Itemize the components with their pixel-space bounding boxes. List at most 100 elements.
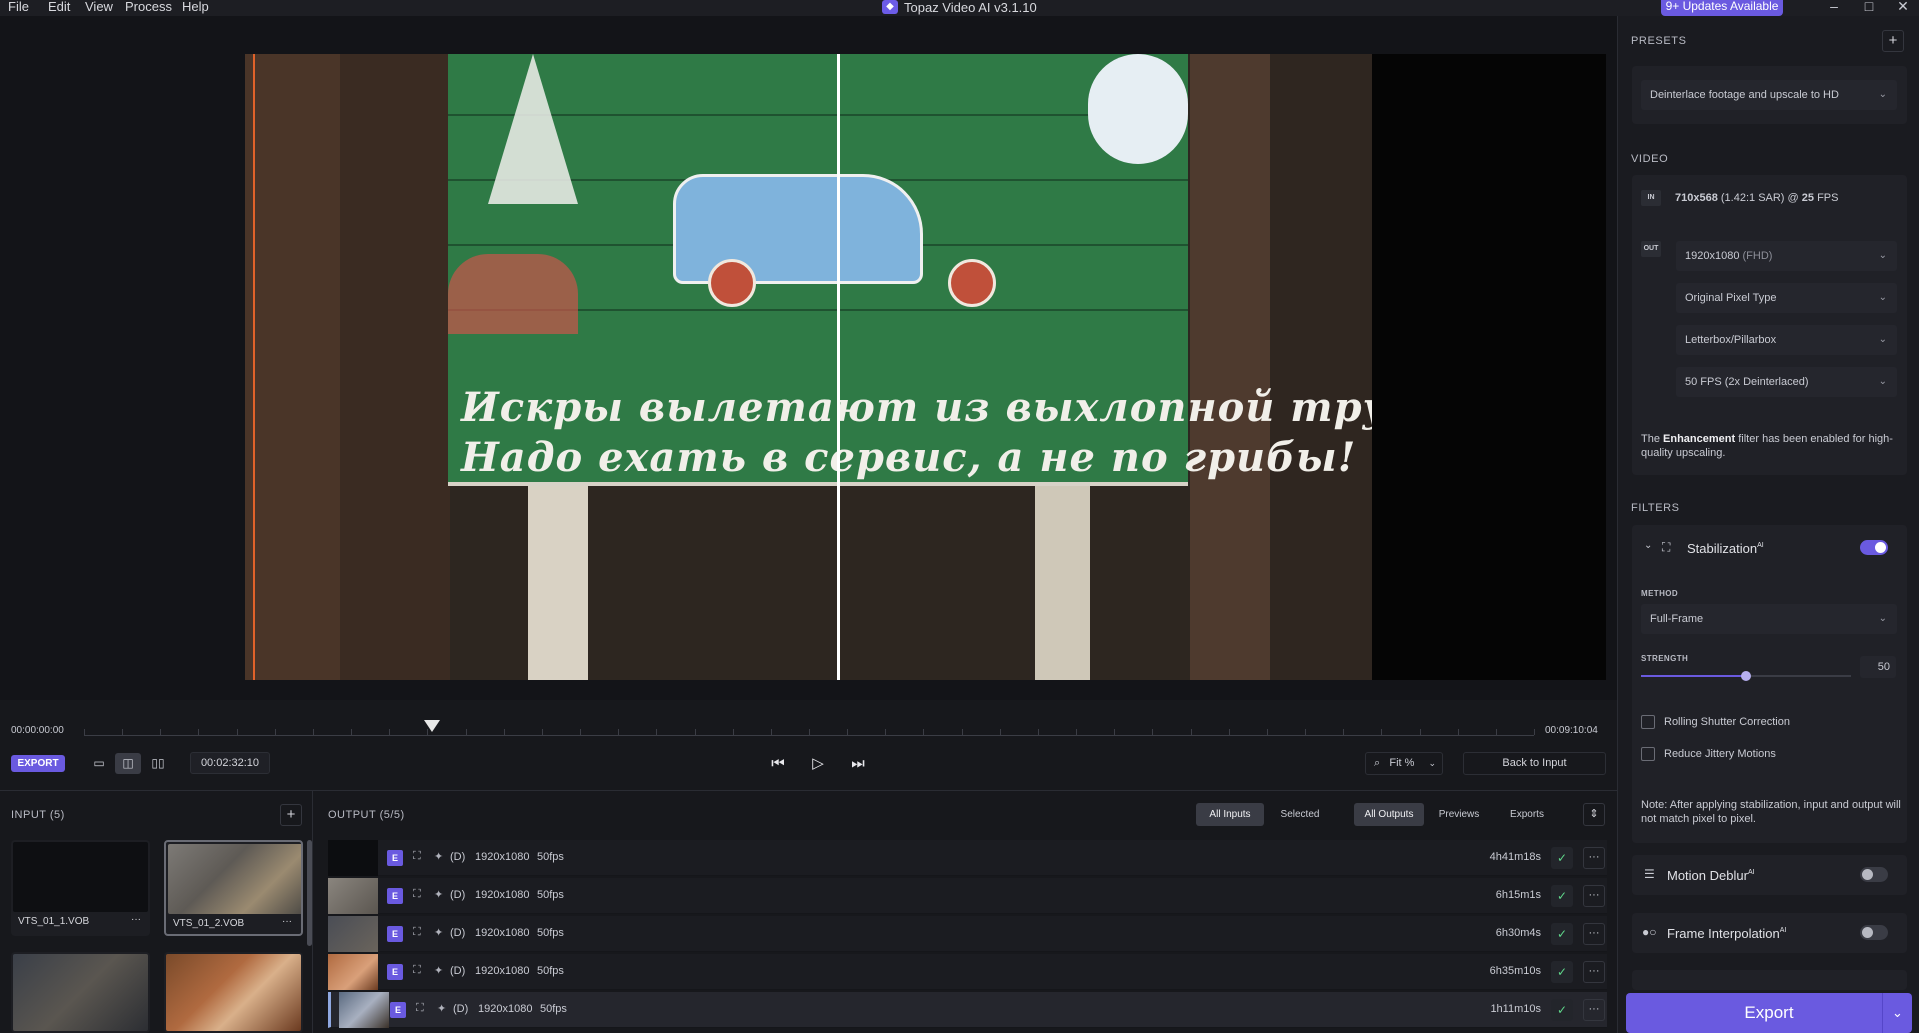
more-options-icon[interactable]: ···: [1583, 847, 1605, 869]
ruler-tick: [1343, 729, 1345, 735]
step-forward-icon[interactable]: ⏭: [847, 753, 869, 775]
more-options-icon[interactable]: ···: [1583, 885, 1605, 907]
reduce-jitter-checkbox[interactable]: [1641, 747, 1655, 761]
next-filter-card[interactable]: [1632, 970, 1907, 990]
comparison-split-handle[interactable]: [837, 54, 840, 680]
app-title-text: Topaz Video AI v3.1.10: [904, 0, 1037, 15]
minimize-icon[interactable]: –: [1824, 0, 1844, 14]
check-icon[interactable]: ✓: [1551, 999, 1573, 1021]
output-row[interactable]: E ⛶ ✦ (D) 1920x1080 50fps 4h41m18s ✓ ···: [328, 840, 1607, 876]
play-icon[interactable]: ▷: [807, 753, 829, 775]
file-thumbnail: [13, 954, 148, 1031]
enhancement-note: The Enhancement filter has been enabled …: [1641, 432, 1901, 460]
sort-icon[interactable]: ⇕: [1583, 803, 1605, 826]
rolling-shutter-checkbox[interactable]: [1641, 715, 1655, 729]
export-options-chevron-icon[interactable]: ⌄: [1882, 993, 1912, 1033]
tree-trunk: [1190, 54, 1270, 680]
more-options-icon[interactable]: ···: [1583, 999, 1605, 1021]
zoom-icon: ⌕: [1374, 757, 1381, 769]
timeline-start-time: 00:00:00:00: [11, 725, 64, 736]
preset-value: Deinterlace footage and upscale to HD: [1650, 89, 1839, 101]
input-scrollbar[interactable]: [307, 840, 312, 946]
strength-value[interactable]: 50: [1860, 656, 1896, 678]
menu-view[interactable]: View: [85, 0, 113, 13]
playhead[interactable]: [424, 720, 440, 732]
export-button[interactable]: Export: [1626, 993, 1912, 1033]
pixel-type-dropdown[interactable]: Original Pixel Type ⌄: [1676, 283, 1897, 313]
output-fps: 50fps: [537, 927, 564, 939]
sign-text-line2: Надо ехать в сервис, а не по грибы!: [461, 434, 1357, 481]
maximize-icon[interactable]: □: [1859, 0, 1879, 14]
painted-fire: [448, 254, 578, 334]
painted-smoke: [1088, 54, 1188, 164]
split-view-icon[interactable]: ◫: [115, 753, 141, 774]
back-to-input-button[interactable]: Back to Input: [1463, 752, 1606, 775]
menu-file[interactable]: File: [8, 0, 29, 13]
chevron-down-icon[interactable]: ⌄: [1644, 540, 1652, 551]
check-icon[interactable]: ✓: [1551, 961, 1573, 983]
timeline-ruler[interactable]: [84, 728, 1535, 736]
timecode-display[interactable]: 00:02:32:10: [190, 752, 270, 774]
input-file-card[interactable]: [164, 952, 303, 1033]
zoom-dropdown[interactable]: ⌕ Fit % ⌄: [1365, 752, 1443, 775]
more-options-icon[interactable]: ···: [1583, 961, 1605, 983]
strength-slider-thumb[interactable]: [1741, 671, 1751, 681]
check-icon[interactable]: ✓: [1551, 847, 1573, 869]
single-view-icon[interactable]: ▭: [86, 753, 112, 774]
enhance-sparkle-icon: ✦: [434, 965, 444, 977]
check-icon[interactable]: ✓: [1551, 885, 1573, 907]
ruler-tick: [1114, 729, 1116, 735]
close-icon[interactable]: ✕: [1893, 0, 1913, 14]
side-by-side-view-icon[interactable]: ▯▯: [145, 753, 171, 774]
ruler-tick: [84, 729, 85, 735]
crop-mode-dropdown[interactable]: Letterbox/Pillarbox ⌄: [1676, 325, 1897, 355]
output-resolution-dropdown[interactable]: 1920x1080 (FHD) ⌄: [1676, 241, 1897, 271]
view-exports[interactable]: Exports: [1494, 803, 1560, 826]
check-icon[interactable]: ✓: [1551, 923, 1573, 945]
ruler-tick: [1381, 729, 1383, 735]
ruler-tick: [847, 729, 849, 735]
rolling-shutter-label: Rolling Shutter Correction: [1664, 716, 1790, 728]
input-video-info: 710x568 (1.42:1 SAR) @ 25 FPS: [1675, 192, 1838, 204]
strength-slider-fill: [1641, 675, 1746, 677]
enhance-sparkle-icon: ✦: [437, 1003, 447, 1015]
input-file-card[interactable]: VTS_01_1.VOB ···: [11, 840, 150, 936]
output-duration: 4h41m18s: [1489, 851, 1541, 863]
menu-edit[interactable]: Edit: [48, 0, 70, 13]
ruler-tick: [503, 729, 505, 735]
output-row[interactable]: E ⛶ ✦ (D) 1920x1080 50fps 1h11m10s ✓ ···: [328, 992, 1607, 1028]
output-row[interactable]: E ⛶ ✦ (D) 1920x1080 50fps 6h30m4s ✓ ···: [328, 916, 1607, 952]
filter-all-inputs[interactable]: All Inputs: [1196, 803, 1264, 826]
export-badge[interactable]: EXPORT: [11, 755, 65, 772]
more-options-icon[interactable]: ···: [1583, 923, 1605, 945]
filter-selected[interactable]: Selected: [1266, 803, 1334, 826]
file-thumbnail: [168, 844, 301, 914]
preset-dropdown[interactable]: Deinterlace footage and upscale to HD ⌄: [1641, 80, 1897, 110]
ruler-tick: [389, 729, 391, 735]
view-all-outputs[interactable]: All Outputs: [1354, 803, 1424, 826]
in-tag: IN: [1641, 190, 1661, 206]
chevron-down-icon: ⌄: [1878, 292, 1887, 303]
menu-process[interactable]: Process: [125, 0, 172, 13]
video-frame[interactable]: Искры вылетают из выхлопной трубы- Надо …: [245, 54, 1372, 680]
method-dropdown[interactable]: Full-Frame ⌄: [1641, 604, 1897, 634]
ruler-tick: [1419, 729, 1421, 735]
updates-available-button[interactable]: 9+ Updates Available: [1661, 0, 1783, 16]
add-preset-button[interactable]: +: [1882, 30, 1904, 52]
painted-tree: [488, 54, 578, 204]
file-more-icon[interactable]: ···: [131, 914, 141, 925]
input-file-card[interactable]: [11, 952, 150, 1033]
output-row[interactable]: E ⛶ ✦ (D) 1920x1080 50fps 6h15m1s ✓ ···: [328, 878, 1607, 914]
fps-mode-dropdown[interactable]: 50 FPS (2x Deinterlaced) ⌄: [1676, 367, 1897, 397]
sign-text-line1: Искры вылетают из выхлопной трубы-: [461, 384, 1372, 431]
stabilization-note: Note: After applying stabilization, inpu…: [1641, 799, 1901, 825]
output-row[interactable]: E ⛶ ✦ (D) 1920x1080 50fps 6h35m10s ✓ ···: [328, 954, 1607, 990]
view-previews[interactable]: Previews: [1426, 803, 1492, 826]
step-back-icon[interactable]: ⏮: [767, 753, 789, 775]
input-file-card[interactable]: VTS_01_2.VOB ···: [164, 840, 303, 936]
file-more-icon[interactable]: ···: [282, 916, 292, 927]
enhance-sparkle-icon: ✦: [434, 889, 444, 901]
stabilization-icon: ⛶: [416, 1002, 424, 1014]
add-input-button[interactable]: +: [280, 804, 302, 826]
menu-help[interactable]: Help: [182, 0, 209, 13]
